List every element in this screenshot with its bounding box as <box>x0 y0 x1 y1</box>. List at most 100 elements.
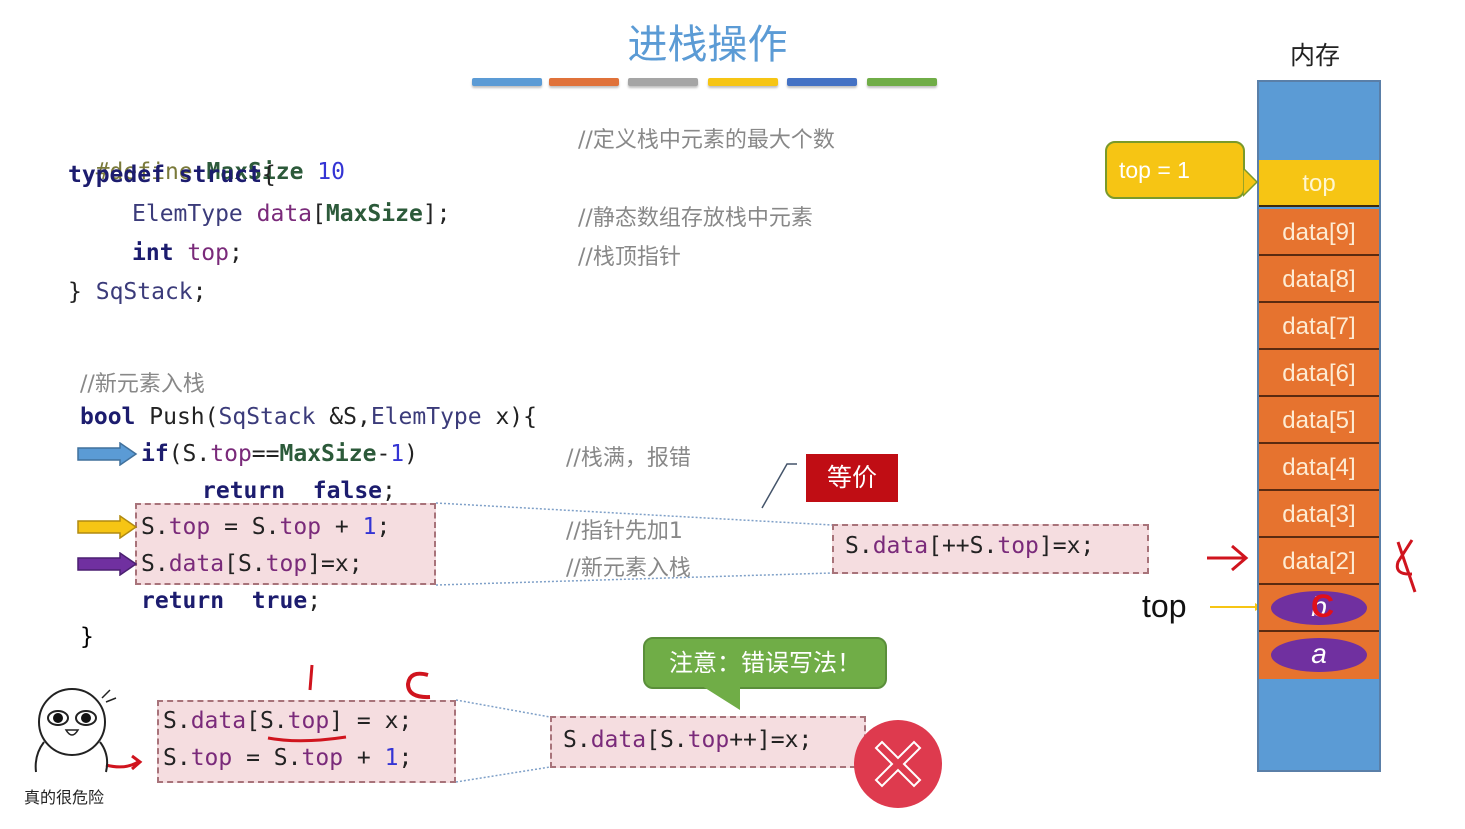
code-token: ; <box>228 240 243 266</box>
comment-top-pointer: //栈顶指针 <box>578 245 681 270</box>
code-wrong-postincrement: S.data[S.top++]=x; <box>563 727 812 753</box>
code-token: top <box>301 745 344 771</box>
memory-cell: data[6] <box>1259 350 1379 397</box>
code-token: if <box>141 441 169 467</box>
code-token: return <box>202 478 286 504</box>
top-bubble-tail <box>1243 168 1259 198</box>
code-data-field-line: ElemType data[MaxSize]; <box>132 196 451 232</box>
code-equivalent-preincrement: S.data[++S.top]=x; <box>845 533 1094 559</box>
code-token: data <box>590 727 647 753</box>
code-return-true: return true; <box>141 583 321 619</box>
warning-bubble: 注意：错误写法！ <box>643 637 887 689</box>
code-token: true <box>251 588 308 614</box>
code-token: data <box>256 201 313 227</box>
element-a: a <box>1271 638 1367 672</box>
comment-increment: //指针先加1 <box>566 519 683 544</box>
code-token: SqStack <box>95 279 193 305</box>
code-token: data <box>168 551 225 577</box>
code-token: == <box>251 441 280 467</box>
code-token: data <box>190 708 247 734</box>
code-token: { <box>261 162 276 188</box>
code-token: [S. <box>246 708 288 734</box>
code-wrong-increment-after: S.top = S.top + 1; <box>163 740 412 776</box>
memory-cell: data[9] <box>1259 209 1379 256</box>
code-increment-top: S.top = S.top + 1; <box>141 509 390 545</box>
memory-cell-filled-a: a <box>1259 632 1379 679</box>
top-value-bubble: top = 1 <box>1105 141 1245 199</box>
memory-cell: data[7] <box>1259 303 1379 350</box>
title-bar-yellow <box>708 78 778 86</box>
code-token: ; <box>398 745 413 771</box>
blue-arrow-icon <box>77 442 138 466</box>
code-token: S. <box>141 514 169 540</box>
code-token: int <box>132 240 174 266</box>
code-token: ; <box>382 478 396 504</box>
memory-cell-top: top <box>1259 160 1379 207</box>
meme-caption: 真的很危险 <box>24 788 105 807</box>
code-token: [++S. <box>928 533 998 559</box>
code-token: ]=x; <box>1038 533 1095 559</box>
code-token: &S, <box>315 404 371 430</box>
code-token: data <box>872 533 929 559</box>
code-token: Push( <box>149 404 219 430</box>
code-token: top <box>287 708 330 734</box>
code-token: 1 <box>384 745 399 771</box>
code-token: top <box>187 240 229 266</box>
code-typedef-line: typedef struct{ <box>68 157 276 193</box>
code-token: SqStack <box>218 404 316 430</box>
code-define-line: #define MaxSize 10 <box>68 118 345 185</box>
code-token: MaxSize <box>279 441 377 467</box>
comment-push-header: //新元素入栈 <box>80 372 205 397</box>
code-token: S. <box>163 708 191 734</box>
memory-cell: data[3] <box>1259 491 1379 538</box>
title-bar-darkblue <box>787 78 857 86</box>
top-pointer-label: top <box>1142 588 1187 624</box>
handwritten-one <box>308 664 314 691</box>
code-token: x){ <box>481 404 537 430</box>
code-push-signature: bool Push(SqStack &S,ElemType x){ <box>80 399 537 435</box>
title-bar-green <box>867 78 937 86</box>
code-token: ElemType <box>132 201 243 227</box>
code-token: return <box>141 588 225 614</box>
title-bar-blue <box>472 78 542 86</box>
code-token: ] = x; <box>329 708 413 734</box>
code-token: struct <box>178 162 262 188</box>
code-token: typedef <box>68 162 165 188</box>
memory-label: 内存 <box>1290 41 1341 70</box>
code-token: top <box>265 551 308 577</box>
title-bar-orange <box>549 78 619 86</box>
code-token: ElemType <box>370 404 482 430</box>
memory-cell: data[8] <box>1259 256 1379 303</box>
comment-stack-full: //栈满，报错 <box>566 446 691 471</box>
code-token: + <box>343 745 385 771</box>
code-token: 10 <box>317 159 345 185</box>
comment-data-array: //静态数组存放栈中元素 <box>578 206 813 231</box>
code-token: = S. <box>232 745 302 771</box>
handwritten-c-overwrite: C <box>1311 588 1335 624</box>
wrong-x-icon <box>854 720 942 808</box>
code-token: - <box>376 441 391 467</box>
purple-arrow-icon <box>77 552 138 576</box>
code-token: S. <box>845 533 873 559</box>
code-token: (S. <box>168 441 211 467</box>
code-token: top <box>190 745 233 771</box>
slide-title: 进栈操作 <box>627 22 788 68</box>
code-token: top <box>687 727 730 753</box>
code-token: S. <box>563 727 591 753</box>
yellow-arrow-icon <box>77 515 138 539</box>
code-if-line: if(S.top==MaxSize-1) <box>141 436 418 472</box>
memory-cell: data[2] <box>1259 538 1379 585</box>
memory-column: top data[9] data[8] data[7] data[6] data… <box>1257 80 1381 772</box>
code-token: top <box>997 533 1039 559</box>
code-token: bool <box>80 404 136 430</box>
code-assign-data: S.data[S.top]=x; <box>141 546 363 582</box>
connector-line <box>455 766 551 783</box>
code-token: S. <box>163 745 191 771</box>
code-close-brace: } <box>80 624 94 650</box>
handwritten-strike-c <box>1395 539 1417 593</box>
code-token: 1 <box>390 441 405 467</box>
handwritten-c <box>405 671 431 700</box>
code-token: = S. <box>210 514 280 540</box>
code-token: [S. <box>224 551 266 577</box>
handwritten-arrow-memory <box>1207 544 1249 572</box>
